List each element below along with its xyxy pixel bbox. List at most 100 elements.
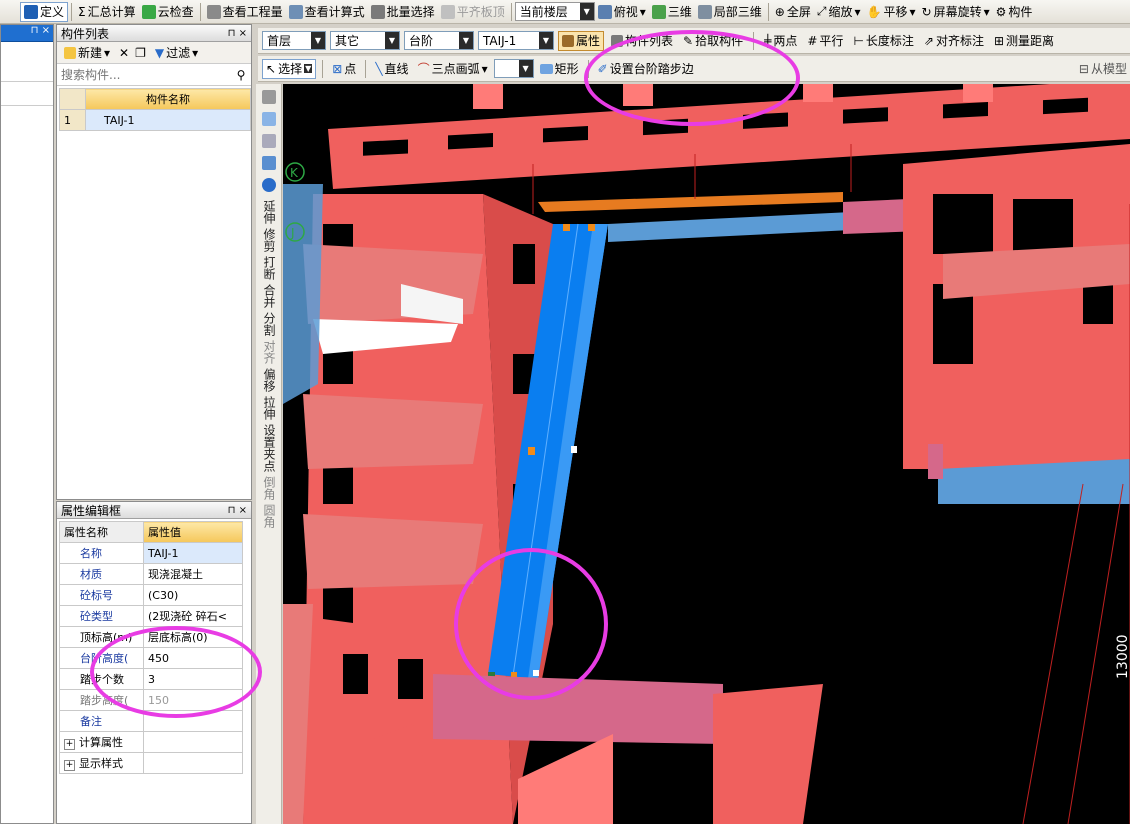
table-row[interactable]: 砼类型 (2现浇砼 碎石<: [59, 605, 243, 627]
new-component-button[interactable]: 新建 ▾: [61, 43, 113, 63]
floor-scope-select[interactable]: 当前楼层 ▼: [514, 2, 595, 21]
property-editor-title: 属性编辑框: [61, 503, 122, 518]
slab-hatch: [538, 192, 843, 212]
component-list-panel: 构件列表 ⊓ × 新建▾ ✕ ❐ ▼过滤▾ ⚲ 构件名称 1TAIJ-1: [56, 24, 252, 500]
rotate-tool-icon[interactable]: [261, 178, 276, 192]
dimension-label: 13000: [1115, 634, 1130, 679]
model-render[interactable]: K J 13000: [283, 84, 1130, 824]
expand-icon[interactable]: +: [64, 760, 75, 771]
local3d-icon: [697, 4, 712, 19]
batch-select-button[interactable]: 批量选择: [368, 2, 438, 22]
filter-button[interactable]: ▼ 过滤 ▾: [152, 43, 201, 63]
component-button[interactable]: ⚙ 构件: [993, 2, 1036, 22]
table-row[interactable]: 砼标号 (C30): [59, 584, 243, 606]
top-view-button[interactable]: 俯视 ▾: [595, 2, 649, 22]
view-formula-button[interactable]: 查看计算式: [286, 2, 368, 22]
batch-icon: [370, 4, 385, 19]
component-list-title: 构件列表: [61, 26, 110, 41]
set-grip-tool[interactable]: 设置夹点: [257, 424, 281, 472]
define-button[interactable]: 定义: [20, 1, 69, 22]
arc-icon: ⌒: [417, 62, 430, 76]
attribute-button[interactable]: 属性: [558, 30, 605, 51]
line-button[interactable]: ╲ 直线: [372, 59, 411, 79]
brush-icon[interactable]: [261, 90, 276, 104]
from-model-button[interactable]: ⊟ 从模型: [1076, 59, 1130, 79]
merge-tool[interactable]: 合并: [257, 284, 281, 308]
table-row[interactable]: 材质 现浇混凝土: [59, 563, 243, 585]
chevron-down-icon: ▼: [579, 3, 594, 20]
offset-tool[interactable]: 偏移: [257, 368, 281, 392]
arc-button[interactable]: ⌒ 三点画弧 ▾: [415, 59, 491, 79]
arc-mode-select[interactable]: ▼: [493, 59, 534, 78]
chevron-down-icon: ▼: [385, 32, 399, 49]
highlight-ring-toolbar: [584, 30, 800, 126]
chevron-down-icon: ▼: [459, 32, 473, 49]
zoom-icon: ⤢: [816, 4, 827, 18]
stretch-tool[interactable]: 拉伸: [257, 396, 281, 420]
chamfer-tool[interactable]: 倒角: [257, 476, 281, 500]
parallel-button[interactable]: # 平行: [804, 31, 846, 51]
table-row[interactable]: + 显示样式: [59, 752, 243, 774]
point-button[interactable]: ⊠ 点: [329, 59, 359, 79]
move-icon[interactable]: [261, 156, 276, 170]
3d-viewport[interactable]: K J 13000: [283, 84, 1130, 824]
cursor-icon: ↖: [266, 61, 277, 76]
new-icon: [64, 46, 76, 59]
search-icon[interactable]: ⚲: [231, 64, 251, 85]
extend-tool[interactable]: 延伸: [257, 200, 281, 224]
table-row[interactable]: + 计算属性: [59, 731, 243, 753]
highlight-ring-properties: [90, 626, 262, 718]
length-dim-button[interactable]: ⊢ 长度标注: [850, 31, 916, 51]
table-row[interactable]: 名称 TAIJ-1: [59, 542, 243, 564]
align-dim-button[interactable]: ⇗ 对齐标注: [921, 31, 987, 51]
zoom-button[interactable]: ⤢ 缩放 ▾: [814, 2, 864, 22]
trim-tool[interactable]: 修剪: [257, 228, 281, 252]
fillet-tool[interactable]: 圆角: [257, 504, 281, 528]
expand-icon[interactable]: +: [64, 739, 75, 750]
type-select[interactable]: 台阶 ▼: [404, 31, 474, 50]
table-row[interactable]: 1 TAIJ-1: [59, 109, 251, 131]
floor-select[interactable]: 首层 ▼: [262, 31, 326, 50]
category-select[interactable]: 其它 ▼: [330, 31, 400, 50]
point-icon: ⊠: [332, 61, 343, 76]
3d-icon: [651, 4, 666, 19]
navigator-pane: ⊓ ×: [0, 24, 54, 824]
select-button[interactable]: ↖ 选择 ▼: [262, 58, 317, 79]
chevron-down-icon: ▼: [539, 32, 553, 49]
axis-label-j: J: [290, 226, 295, 240]
fullscreen-button[interactable]: ⊕ 全屏: [772, 2, 814, 22]
cloud-check-button[interactable]: 云检查: [139, 2, 197, 22]
rect-button[interactable]: 矩形: [537, 59, 582, 79]
break-tool[interactable]: 打断: [257, 256, 281, 280]
align-icon: [440, 4, 455, 19]
line-icon: ╲: [375, 61, 383, 76]
measure-button[interactable]: ⊞ 测量距离: [991, 31, 1057, 51]
align-slab-top-button[interactable]: 平齐板顶: [438, 2, 508, 22]
3d-button[interactable]: 三维: [649, 2, 695, 22]
sigma-icon: Σ: [78, 4, 86, 19]
filter-icon: ▼: [154, 45, 165, 60]
pin-close-icons[interactable]: ⊓ ×: [228, 28, 247, 39]
chevron-down-icon: ▼: [311, 32, 325, 49]
component-search-input[interactable]: [57, 64, 231, 85]
hand-icon: ✋: [866, 4, 882, 19]
highlight-ring-stair: [454, 548, 608, 700]
rotate-screen-button[interactable]: ↻ 屏幕旋转 ▾: [919, 2, 993, 22]
component-table: 构件名称 1 TAIJ-1: [59, 88, 251, 131]
define-icon: [24, 4, 38, 19]
check-icon: [141, 4, 156, 19]
view-quantity-button[interactable]: 查看工程量: [204, 2, 286, 22]
copy-tool-icon[interactable]: [261, 112, 276, 126]
model-icon: ⊟: [1078, 61, 1089, 76]
copy-icon[interactable]: ❐: [135, 46, 146, 60]
main-toolbar: 定义 Σ 汇总计算 云检查 查看工程量 查看计算式 批量选择 平齐板顶 当前楼层 ▼…: [0, 0, 1130, 24]
align-tool[interactable]: 对齐: [257, 340, 281, 364]
mirror-icon[interactable]: [261, 134, 276, 148]
pin-close-icons[interactable]: ⊓ ×: [228, 505, 247, 516]
pan-button[interactable]: ✋ 平移 ▾: [864, 2, 919, 22]
component-select[interactable]: TAIJ-1 ▼: [478, 31, 554, 50]
split-tool[interactable]: 分割: [257, 312, 281, 336]
local-3d-button[interactable]: 局部三维: [695, 2, 765, 22]
delete-icon[interactable]: ✕: [119, 46, 129, 60]
summary-calc-button[interactable]: Σ 汇总计算: [75, 2, 139, 22]
